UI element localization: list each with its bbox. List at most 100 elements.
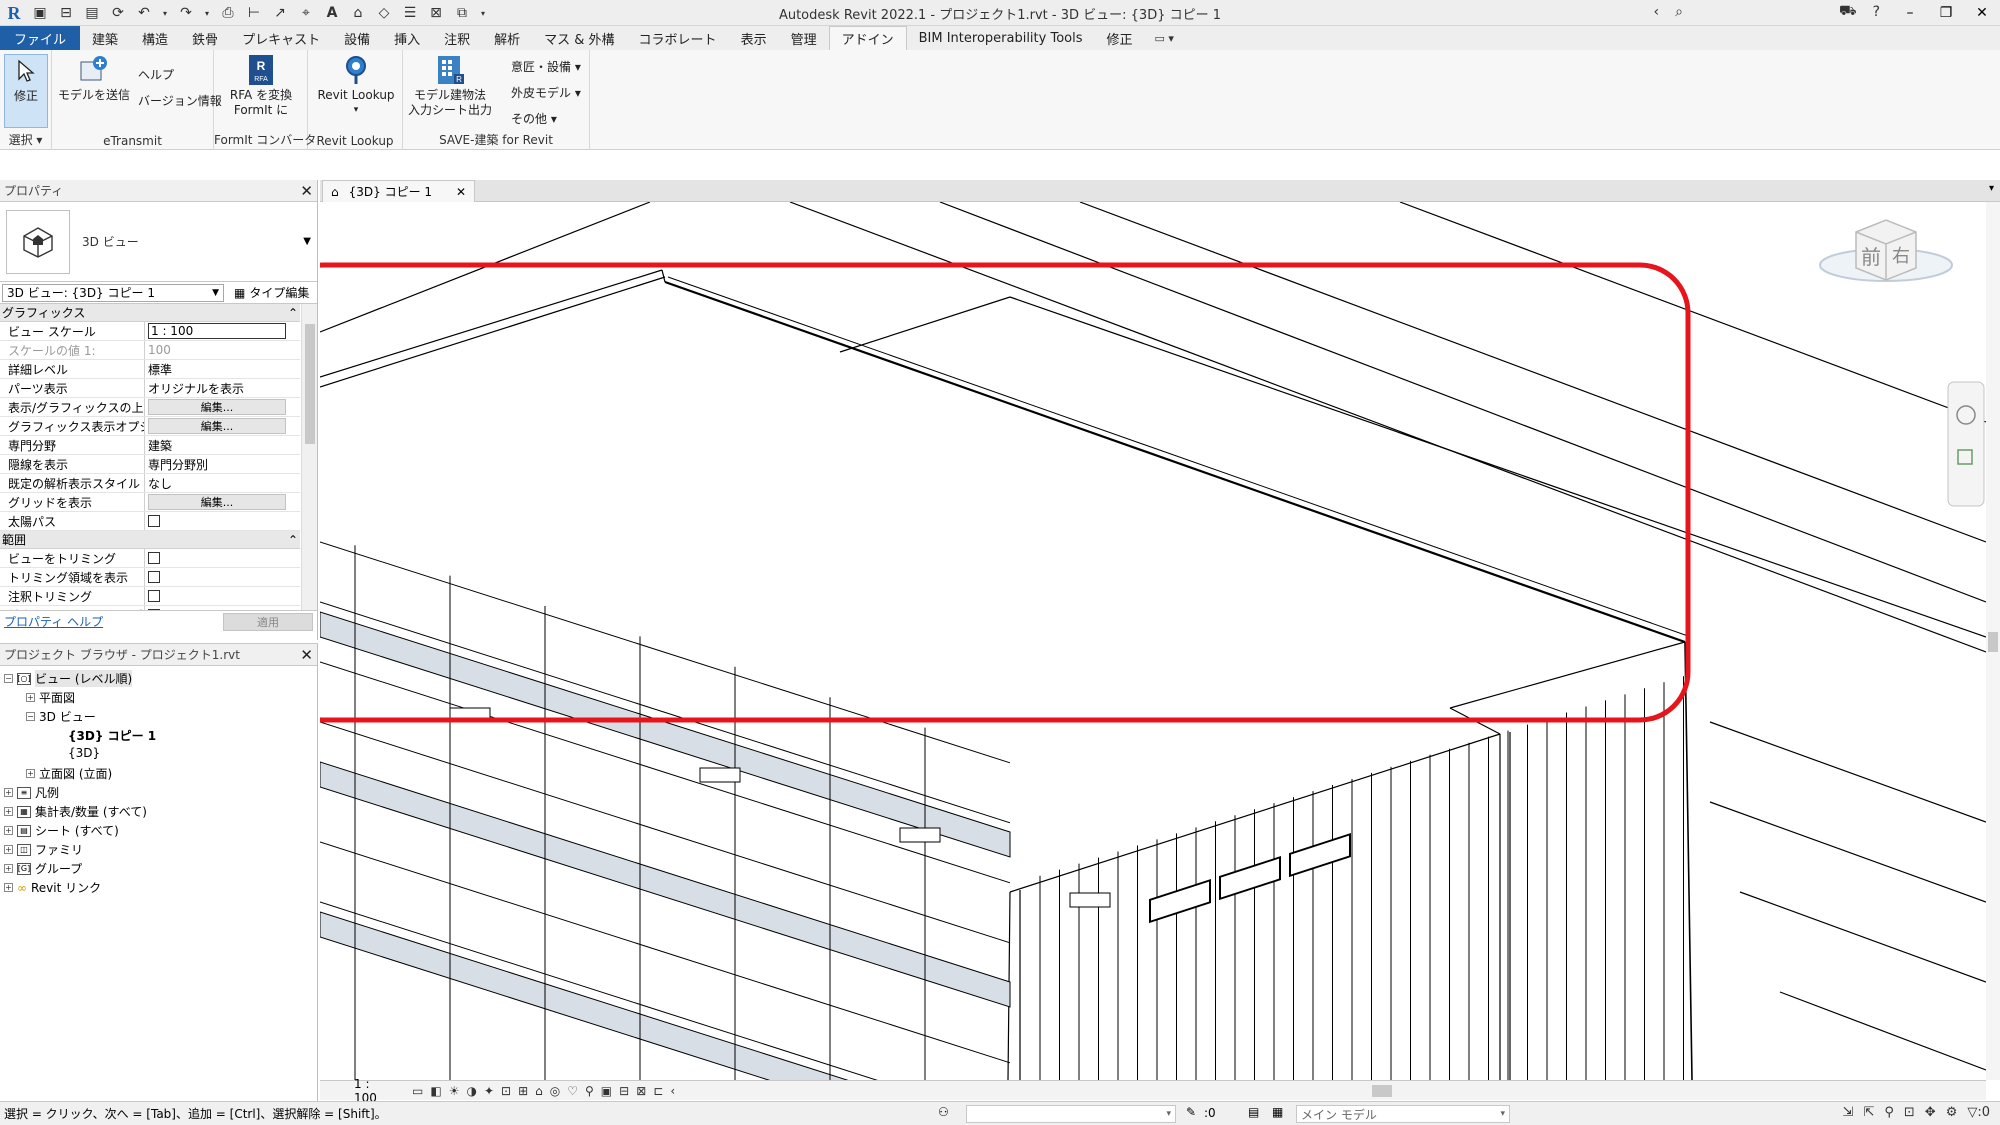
tree-revit-links[interactable]: + ∞ Revit リンク	[4, 879, 101, 896]
temp-hide-icon[interactable]: ◎	[550, 1084, 560, 1098]
modify-button[interactable]: 修正	[4, 54, 48, 128]
tree-3d-copy-1[interactable]: {3D} コピー 1	[68, 727, 156, 744]
thin-lines-icon[interactable]: ☰	[400, 3, 420, 23]
close-browser-icon[interactable]: ✕	[300, 646, 313, 664]
etransmit-help-button[interactable]: ヘルプ	[138, 66, 174, 83]
type-dropdown-icon[interactable]: ▼	[303, 236, 311, 247]
crop-region-icon[interactable]: ⊞	[518, 1084, 528, 1098]
open-icon[interactable]: ⊟	[56, 3, 76, 23]
tree-toggle-icon[interactable]: +	[26, 693, 35, 702]
type-selector[interactable]: 3D ビュー ▼	[0, 202, 317, 282]
tab-bim-interoperability[interactable]: BIM Interoperability Tools	[907, 26, 1095, 50]
temp-properties-icon[interactable]: ▣	[601, 1084, 612, 1098]
prop-row-analysis-style[interactable]: 既定の解析表示スタイル なし	[0, 474, 300, 493]
tree-views[interactable]: − [○] ビュー (レベル順)	[4, 670, 133, 687]
minimize-icon[interactable]: –	[1892, 0, 1928, 26]
tree-families[interactable]: + ◫ ファミリ	[4, 841, 83, 858]
viewcube[interactable]: 前 右	[1819, 219, 1953, 282]
tree-3d-views[interactable]: −3D ビュー	[26, 708, 96, 725]
vg-edit-button[interactable]: 編集...	[148, 399, 286, 415]
render-icon[interactable]: ✦	[484, 1084, 494, 1098]
tree-floor-plans[interactable]: + 平面図	[26, 689, 75, 706]
tree-toggle-icon[interactable]: +	[4, 883, 13, 892]
properties-scroll-thumb[interactable]	[305, 324, 315, 444]
redo-icon[interactable]: ↷	[176, 3, 196, 23]
editing-requests-icon[interactable]: ✎	[1186, 1105, 1196, 1119]
viewcube-front-label[interactable]: 前	[1861, 245, 1881, 269]
instance-selector[interactable]: 3D ビュー: {3D} コピー 1 ▼	[2, 283, 224, 302]
collapse-graphics-icon[interactable]: ⌃	[288, 306, 298, 320]
lock-3d-icon[interactable]: ⌂	[535, 1084, 543, 1098]
tree-sheets[interactable]: + ▤ シート (すべて)	[4, 822, 119, 839]
tab-collaborate[interactable]: コラボレート	[627, 26, 729, 50]
crop-view-icon[interactable]: ⊡	[501, 1084, 511, 1098]
tab-annotate[interactable]: 注釈	[432, 26, 482, 50]
other-dropdown[interactable]: その他 ▾	[511, 110, 557, 127]
undo-icon[interactable]: ↶	[134, 3, 154, 23]
revit-logo-icon[interactable]: R	[4, 3, 24, 23]
help-icon[interactable]: ?	[1873, 4, 1880, 20]
tab-view[interactable]: 表示	[729, 26, 779, 50]
tab-analyze[interactable]: 解析	[482, 26, 532, 50]
redo-dropdown-icon[interactable]: ▾	[202, 3, 212, 23]
sun-path-checkbox[interactable]	[148, 515, 160, 527]
cart-icon[interactable]: ⛟	[1839, 3, 1857, 21]
prop-row-discipline[interactable]: 専門分野 建築	[0, 436, 300, 455]
tag-icon[interactable]: ⌖	[296, 3, 316, 23]
worksharing-icon[interactable]: ⚇	[938, 1105, 949, 1119]
view-scale-input[interactable]	[148, 323, 286, 339]
background-processes-icon[interactable]: ⚙	[1946, 1105, 1958, 1120]
convert-rfa-button[interactable]: R RFA RFA を変換 FormIt に	[222, 54, 300, 118]
close-view-tab-icon[interactable]: ✕	[456, 185, 466, 199]
undo-dropdown-icon[interactable]: ▾	[160, 3, 170, 23]
tab-list-dropdown-icon[interactable]: ▾	[1989, 183, 1994, 194]
sun-path-icon[interactable]: ☀	[449, 1084, 460, 1098]
crop-region-visible-checkbox[interactable]	[148, 571, 160, 583]
group-graphics[interactable]: グラフィックス ⌃	[0, 304, 300, 322]
tab-insert[interactable]: 挿入	[382, 26, 432, 50]
tab-manage[interactable]: 管理	[779, 26, 829, 50]
tree-toggle-icon[interactable]: +	[4, 788, 13, 797]
detail-level-icon[interactable]: ▭	[412, 1084, 423, 1098]
annotation-crop-checkbox[interactable]	[148, 590, 160, 602]
drag-elements-icon[interactable]: ✥	[1925, 1105, 1936, 1120]
select-pinned-icon[interactable]: ⚲	[1884, 1105, 1894, 1120]
save-icon[interactable]: ▤	[82, 3, 102, 23]
prop-row-show-hidden-lines[interactable]: 隠線を表示 専門分野別	[0, 455, 300, 474]
print-icon[interactable]: ⎙	[218, 3, 238, 23]
tree-toggle-icon[interactable]: −	[4, 674, 13, 683]
text-icon[interactable]: A	[322, 3, 342, 23]
tree-toggle-icon[interactable]: +	[26, 769, 35, 778]
tree-toggle-icon[interactable]: +	[4, 826, 13, 835]
binoculars-icon[interactable]: ⌕	[1675, 4, 1683, 20]
reveal-hidden-icon[interactable]: ♡	[567, 1084, 578, 1098]
tree-toggle-icon[interactable]: +	[4, 845, 13, 854]
tree-toggle-icon[interactable]: +	[4, 807, 13, 816]
tab-precast[interactable]: プレキャスト	[230, 26, 332, 50]
measure-icon[interactable]: ⊢	[244, 3, 264, 23]
envelope-model-dropdown[interactable]: 外皮モデル ▾	[511, 84, 581, 101]
design-options-icon[interactable]: ▤	[1248, 1105, 1259, 1119]
design-option-combo[interactable]: メイン モデル ▾	[1296, 1105, 1510, 1123]
group-extents[interactable]: 範囲 ⌃	[0, 531, 300, 549]
canvas-scrollbar[interactable]	[1986, 202, 2000, 1080]
viewcube-right-label[interactable]: 右	[1892, 246, 1910, 267]
visual-style-icon[interactable]: ◧	[430, 1084, 441, 1098]
tab-massing[interactable]: マス & 外構	[532, 26, 626, 50]
design-equipment-dropdown[interactable]: 意匠・設備 ▾	[511, 58, 581, 75]
tab-addins[interactable]: アドイン	[828, 26, 907, 50]
tab-systems[interactable]: 設備	[332, 26, 382, 50]
default-3d-view-icon[interactable]: ⌂	[348, 3, 368, 23]
etransmit-version-button[interactable]: バージョン情報	[138, 92, 222, 109]
close-properties-icon[interactable]: ✕	[300, 182, 313, 200]
customize-qat-icon[interactable]: ▾	[478, 3, 488, 23]
select-underlay-icon[interactable]: ⇱	[1863, 1105, 1874, 1120]
tab-file[interactable]: ファイル	[0, 26, 81, 50]
pin-icon[interactable]: ⚲	[585, 1084, 594, 1098]
home-icon[interactable]: ▣	[30, 3, 50, 23]
crop-view-checkbox[interactable]	[148, 552, 160, 564]
close-window-icon[interactable]: ✕	[1964, 0, 2000, 26]
select-by-face-icon[interactable]: ⊡	[1904, 1105, 1915, 1120]
sync-icon[interactable]: ⟳	[108, 3, 128, 23]
tree-elevations[interactable]: + 立面図 (立面)	[26, 765, 112, 782]
